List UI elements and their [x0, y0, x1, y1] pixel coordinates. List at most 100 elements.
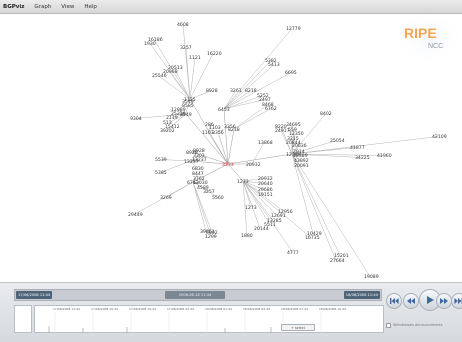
- graph-edge: [227, 128, 235, 165]
- skip-to-start-button[interactable]: [386, 293, 402, 309]
- as-hub-label[interactable]: 8928: [186, 150, 198, 156]
- skip-to-end-button[interactable]: [451, 293, 462, 309]
- as-node-label[interactable]: 4777: [287, 250, 299, 256]
- as-node-label[interactable]: 3269: [160, 195, 172, 201]
- as-node-label[interactable]: 1273: [245, 205, 257, 211]
- as-node-label[interactable]: 34225: [355, 155, 370, 161]
- as-node-label[interactable]: 6762: [265, 106, 277, 112]
- as-node-label[interactable]: 39202: [160, 128, 175, 134]
- timeline-tick-label: 17/06/2008 22:44: [167, 307, 194, 311]
- step-back-button[interactable]: [403, 293, 419, 309]
- timeline-panel: 17/06/2008 11:44 2008-06-18 11:44 18/06/…: [0, 282, 462, 342]
- graph-edge: [168, 71, 191, 100]
- as-node-label[interactable]: 20144: [254, 226, 269, 232]
- as-node-label[interactable]: 3257: [203, 189, 215, 195]
- as-node-label[interactable]: 25054: [330, 138, 345, 144]
- logo-text-ripe: RIPE: [404, 25, 437, 41]
- as-node-label[interactable]: 20091: [294, 163, 309, 169]
- graph-edge: [291, 136, 439, 155]
- track-label-box: [14, 305, 32, 333]
- as-node-label[interactable]: 5413: [268, 62, 280, 68]
- as-node-label[interactable]: 20636: [292, 143, 307, 149]
- timeline-tick-label: 18/06/2008 07:44: [281, 307, 308, 311]
- select-button[interactable]: + select: [281, 324, 315, 331]
- as-hub-label[interactable]: 12389: [286, 152, 301, 158]
- as-node-label[interactable]: 41960: [377, 153, 392, 159]
- as-node-label[interactable]: 6695: [285, 70, 297, 76]
- as-node-label[interactable]: 19089: [364, 274, 379, 280]
- time-range-bar[interactable]: 17/06/2008 11:44 2008-06-18 11:44 18/06/…: [14, 289, 382, 301]
- show-events-checkbox[interactable]: [386, 323, 391, 328]
- timeline-tick-label: 18/06/2008 04:44: [243, 307, 270, 311]
- ripe-ncc-logo: RIPE NCC: [398, 14, 460, 62]
- as-node-label[interactable]: 8928: [206, 88, 218, 94]
- timeline-tick-label: 17/06/2008 16:44: [91, 307, 118, 311]
- timeline-tick-label: 18/06/2008 01:44: [205, 307, 232, 311]
- menu-help[interactable]: Help: [84, 0, 97, 14]
- as-node-label[interactable]: 5560: [212, 195, 224, 201]
- as-hub-label[interactable]: 8218: [228, 127, 240, 133]
- as-hub-label[interactable]: 13237: [184, 159, 199, 165]
- graph-canvas[interactable]: 4608127791618619303257162201121538254132…: [0, 14, 462, 282]
- event-timeline[interactable]: 17/06/2008 13:44 17/06/2008 16:44 17/06/20…: [34, 305, 384, 333]
- as-node-label[interactable]: 1121: [189, 55, 201, 61]
- as-node-label[interactable]: 3257: [180, 45, 192, 51]
- as-hub-label[interactable]: 6453: [218, 107, 230, 113]
- graph-edge: [217, 131, 229, 165]
- menubar: BGPviz Graph View Help: [0, 0, 462, 14]
- time-start-label: 17/06/2008 11:44: [16, 291, 53, 299]
- as-node-label[interactable]: 3261: [230, 88, 242, 94]
- skip-forward-icon: [454, 298, 462, 304]
- as-node-label[interactable]: 39851: [200, 229, 215, 235]
- as-node-label[interactable]: 42109: [432, 134, 447, 140]
- as-node-label[interactable]: 25546: [152, 73, 167, 79]
- timeline-tick-label: 18/06/2008 10:44: [319, 307, 346, 311]
- app-title: BGPviz: [3, 3, 25, 10]
- logo-text-ncc: NCC: [428, 43, 443, 50]
- bgpviz-window: BGPviz Graph View Help 4608 12779 16186 193…: [0, 0, 462, 342]
- as-node-label[interactable]: 29449: [128, 212, 143, 218]
- as-node-label[interactable]: 16735: [305, 235, 320, 241]
- timeline-tick-label: 17/06/2008 13:44: [53, 307, 80, 311]
- as-node-label[interactable]: 5385: [155, 170, 167, 176]
- as-node-label[interactable]: 19151: [258, 192, 273, 198]
- as-node-label[interactable]: 5539: [155, 157, 167, 163]
- event-legend-text: Withdrawals Announcements: [393, 323, 443, 327]
- as-node-label[interactable]: 20640: [258, 181, 273, 187]
- time-slider-handle[interactable]: 2008-06-18 11:44: [165, 291, 225, 299]
- as-node-label[interactable]: 41877: [350, 145, 365, 151]
- fast-forward-icon: [440, 298, 448, 304]
- as-path-graph[interactable]: 4608 12779 16186 1930 3257 16220 1121 5382 5413 2…: [0, 14, 462, 282]
- as-node-label[interactable]: 1880: [241, 233, 253, 239]
- graph-edge: [157, 75, 191, 100]
- graph-edge: [207, 131, 229, 165]
- as-node-label[interactable]: 12779: [286, 26, 301, 32]
- timeline-tick-label: 17/06/2008 19:44: [129, 307, 156, 311]
- as-hub-label[interactable]: 20932: [246, 162, 261, 168]
- as-hub-label[interactable]: 3356: [212, 130, 224, 136]
- skip-back-icon: [390, 298, 399, 304]
- as-node-label[interactable]: 13868: [258, 140, 273, 146]
- as-node-label[interactable]: 4608: [177, 22, 189, 28]
- as-node-label[interactable]: 9304: [130, 116, 142, 122]
- as-hub-label[interactable]: 1125: [184, 97, 196, 103]
- origin-as-node[interactable]: 3333: [222, 162, 234, 168]
- menu-graph[interactable]: Graph: [34, 0, 51, 14]
- menu-view[interactable]: View: [61, 0, 74, 14]
- as-node-label[interactable]: 8218: [245, 88, 257, 94]
- rewind-icon: [407, 298, 415, 304]
- graph-edge: [291, 153, 337, 261]
- as-hub-label[interactable]: 3549: [180, 112, 192, 118]
- graph-edge: [189, 57, 196, 100]
- as-hub-label[interactable]: 1273: [237, 179, 249, 185]
- as-node-label[interactable]: 8402: [320, 111, 332, 117]
- as-node-label[interactable]: 16220: [207, 51, 222, 57]
- play-icon: [427, 296, 434, 304]
- as-hub-label[interactable]: 6762: [187, 180, 199, 186]
- as-node-label[interactable]: 1930: [144, 41, 156, 47]
- graph-edge: [233, 104, 269, 130]
- time-end-label: 18/06/2008 11:44: [343, 291, 380, 299]
- as-node-label[interactable]: 27664: [330, 258, 345, 264]
- graph-edge: [223, 108, 229, 165]
- step-forward-button[interactable]: [436, 293, 452, 309]
